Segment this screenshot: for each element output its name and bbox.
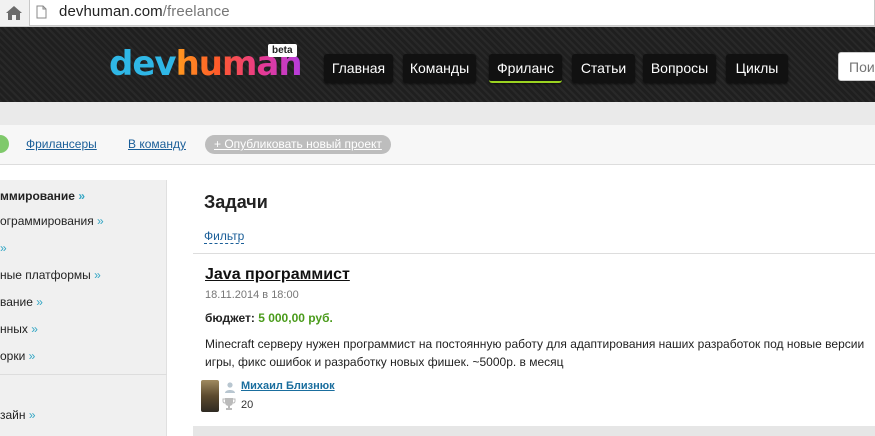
home-icon[interactable] xyxy=(4,4,24,22)
sidebar-item[interactable]: ные платформы » xyxy=(0,268,101,282)
url-path: /freelance xyxy=(162,3,230,20)
sidebar-item[interactable]: зайн » xyxy=(0,408,36,422)
nav-questions[interactable]: Вопросы xyxy=(643,54,716,83)
sidebar-item[interactable]: ограммирования » xyxy=(0,214,104,228)
green-dot-icon xyxy=(0,135,9,153)
author-link[interactable]: Михаил Близнюк xyxy=(241,380,335,392)
next-task-edge xyxy=(193,426,875,436)
header-gap xyxy=(0,102,875,125)
task-description: Minecraft серверу нужен программист на п… xyxy=(205,337,865,369)
nav-teams[interactable]: Команды xyxy=(403,54,476,83)
sidebar-item[interactable]: орки » xyxy=(0,349,35,363)
url-field[interactable]: devhuman.com/freelance xyxy=(29,0,875,26)
browser-address-bar: devhuman.com/freelance xyxy=(0,0,875,27)
sidebar-divider xyxy=(0,374,167,375)
freelancers-link[interactable]: Фрилансеры xyxy=(26,137,97,151)
freelance-subnav: Фрилансеры В команду xyxy=(0,125,875,165)
page-title: Задачи xyxy=(204,192,268,212)
logo-dev: dev xyxy=(109,44,177,84)
content-divider xyxy=(193,253,875,254)
sidebar-item[interactable]: вание » xyxy=(0,295,43,309)
publish-project-button[interactable]: + Опубликовать новый проект xyxy=(205,135,391,154)
nav-cycles[interactable]: Циклы xyxy=(726,54,788,83)
page-icon xyxy=(36,5,47,19)
category-sidebar: ммирование » ограммирования » » ные плат… xyxy=(0,180,167,436)
task-date: 18.11.2014 в 18:00 xyxy=(205,289,299,301)
task-budget: бюджет: 5 000,00 руб. xyxy=(205,311,333,325)
sidebar-item[interactable]: ммирование » xyxy=(0,189,85,203)
site-header: devhuman beta Главная Команды Фриланс Ст… xyxy=(0,27,875,102)
url-text: devhuman.com/freelance xyxy=(59,3,230,20)
beta-badge: beta xyxy=(268,44,297,57)
nav-articles[interactable]: Статьи xyxy=(572,54,635,83)
nav-home[interactable]: Главная xyxy=(324,54,393,83)
task-title-link[interactable]: Java программист xyxy=(205,266,350,284)
budget-label: бюджет: xyxy=(205,311,255,325)
sidebar-item[interactable]: нных » xyxy=(0,322,38,336)
user-icon xyxy=(225,382,235,393)
url-domain: devhuman.com xyxy=(59,3,163,20)
filter-link[interactable]: Фильтр xyxy=(204,229,245,244)
nav-freelance[interactable]: Фриланс xyxy=(489,54,562,83)
trophy-icon xyxy=(222,398,236,410)
author-score: 20 xyxy=(241,399,254,411)
to-team-link[interactable]: В команду xyxy=(128,137,186,151)
budget-value: 5 000,00 руб. xyxy=(258,311,333,325)
search-input[interactable] xyxy=(838,52,875,81)
sidebar-item[interactable]: » xyxy=(0,241,7,255)
avatar[interactable] xyxy=(201,380,219,412)
